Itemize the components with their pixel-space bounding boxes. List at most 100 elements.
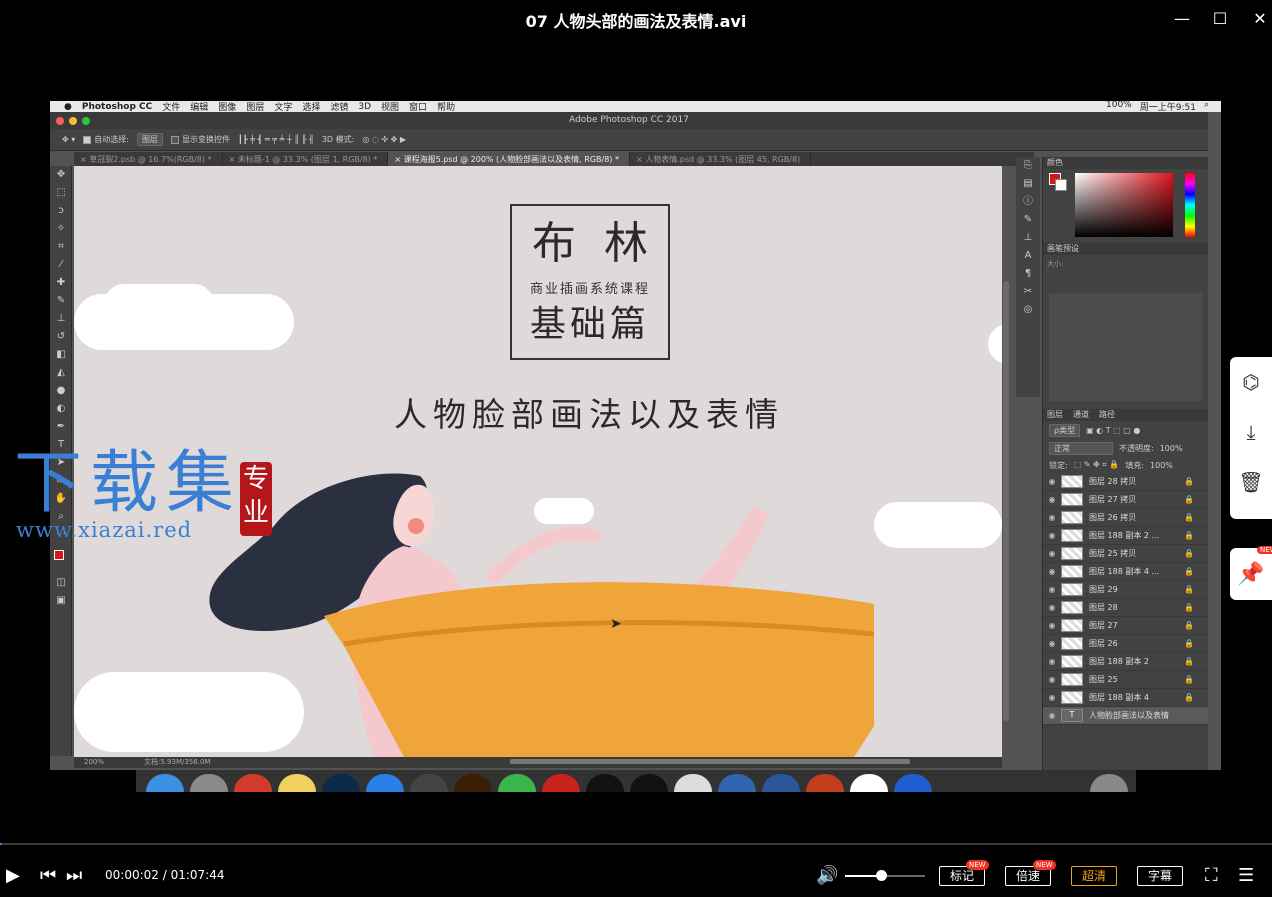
lock-row: 锁定: ⬚ ✎ ✥ ⌗ 🔒 填充: 100% [1043,457,1208,473]
progress-bar[interactable] [0,843,1272,845]
watermark-url: www.xiazai.red [16,518,193,542]
visibility-eye-icon[interactable]: ◉ [1043,657,1061,666]
lock-icon: 🔒 [1184,693,1194,702]
layer-row[interactable]: ◉ 图层 29 🔒 [1043,581,1208,599]
pin-icon[interactable]: 📌 [1230,548,1272,600]
layer-name: 图层 26 [1089,639,1118,648]
opacity-value: 100% [1159,443,1183,453]
watermark-brand: 下载集 [14,444,243,523]
poster-subtitle: 商业插画系统课程 [529,282,650,297]
layer-row[interactable]: ◉ 图层 26 🔒 [1043,635,1208,653]
volume-icon[interactable]: 🔊 [816,862,838,890]
layer-name: 图层 25 拷贝 [1089,549,1137,558]
layer-row[interactable]: ◉ 图层 188 副本 2 🔒 [1043,653,1208,671]
paragraph-icon: ¶ [1024,268,1032,279]
layer-name: 图层 188 副本 4 ... [1089,567,1160,576]
layer-row[interactable]: ◉ T 人物脸部画法以及表情 [1043,707,1208,725]
layer-filter-dropdown: ρ类型 [1049,423,1081,437]
download-icon[interactable]: ⤓ [1230,407,1272,457]
move-cursor-icon: ➤ [610,616,622,632]
chrome-icon [234,774,272,792]
previous-button[interactable]: ⏮ [40,862,56,890]
brush-presets-tab: 画笔预设 [1043,243,1208,255]
minimize-icon[interactable]: — [1170,8,1194,30]
visibility-eye-icon[interactable]: ◉ [1043,693,1061,702]
layer-row[interactable]: ◉ 图层 188 副本 4 ... 🔒 [1043,563,1208,581]
visibility-eye-icon[interactable]: ◉ [1043,531,1061,540]
photoshop-window-title: Adobe Photoshop CC 2017 [569,115,689,125]
layer-row[interactable]: ◉ 图层 27 🔒 [1043,617,1208,635]
layer-row[interactable]: ◉ 图层 25 拷贝 🔒 [1043,545,1208,563]
visibility-eye-icon[interactable]: ◉ [1043,621,1061,630]
side-action-panel: ⌬ ⤓ 🗑 [1230,357,1272,519]
visibility-eye-icon[interactable]: ◉ [1043,549,1061,558]
volume-knob[interactable] [876,870,887,881]
cloud-right-edge [988,324,1002,364]
visibility-eye-icon[interactable]: ◉ [1043,711,1061,720]
layer-name: 图层 188 副本 2 ... [1089,531,1160,540]
actions-icon: ▤ [1023,178,1033,189]
visibility-eye-icon[interactable]: ◉ [1043,675,1061,684]
quality-button[interactable]: 超清 [1071,866,1117,886]
color-panel-tab: 颜色 [1043,157,1208,169]
horizontal-scrollbar [510,759,910,764]
layer-row[interactable]: ◉ 图层 26 拷贝 🔒 [1043,509,1208,527]
layer-row[interactable]: ◉ 图层 188 副本 2 ... 🔒 [1043,527,1208,545]
auto-select-dropdown: 图层 [136,133,163,146]
zoom-readout: 200% [84,758,105,766]
layer-name: 图层 27 [1089,621,1118,630]
layer-row[interactable]: ◉ 图层 28 拷贝 🔒 [1043,473,1208,491]
layer-name: 图层 188 副本 4 [1089,693,1149,702]
visibility-eye-icon[interactable]: ◉ [1043,603,1061,612]
brush-size-row: 大小: [1047,260,1064,268]
playlist-icon[interactable]: ☰ [1238,862,1254,890]
system-prefs-icon [410,774,448,792]
fullscreen-icon[interactable]: ⛶ [1205,862,1218,890]
visibility-eye-icon[interactable]: ◉ [1043,639,1061,648]
lock-icon: 🔒 [1184,585,1194,594]
share-icon[interactable]: ⌬ [1230,357,1272,407]
visibility-eye-icon[interactable]: ◉ [1043,495,1061,504]
marquee-icon: ⬚ [56,187,66,198]
layer-row[interactable]: ◉ 图层 188 副本 4 🔒 [1043,689,1208,707]
qq-2-icon [630,774,668,792]
tool-presets-icon: ✂ [1023,286,1033,297]
lock-icon: 🔒 [1184,567,1194,576]
next-button[interactable]: ⏭ [66,862,82,890]
layer-row[interactable]: ◉ 图层 27 拷贝 🔒 [1043,491,1208,509]
powerpoint-icon [806,774,844,792]
visibility-eye-icon[interactable]: ◉ [1043,585,1061,594]
eraser-icon: ◧ [56,349,66,360]
subtitle-button[interactable]: 字幕 [1137,866,1183,886]
lock-icon: 🔒 [1184,603,1194,612]
layer-row[interactable]: ◉ 图层 28 🔒 [1043,599,1208,617]
clone-source-icon: ⊥ [1023,232,1033,243]
visibility-eye-icon[interactable]: ◉ [1043,477,1061,486]
auto-select-checkbox: 自动选择: [83,134,129,145]
illustrator-dock-icon [454,774,492,792]
app-blue-icon [894,774,932,792]
lock-label: 锁定: [1049,460,1068,470]
video-frame[interactable]: ● Photoshop CC 文件 编辑 图像 图层 文字 选择 滤镜 3D 视… [50,101,1221,770]
visibility-eye-icon[interactable]: ◉ [1043,567,1061,576]
baidu-icon [850,774,888,792]
bucket-icon: ◭ [57,367,65,378]
show-transform-checkbox: 显示变换控件 [170,134,230,145]
arm-shape [487,526,601,583]
layer-row[interactable]: ◉ 图层 25 🔒 [1043,671,1208,689]
lock-icon: 🔒 [1184,549,1194,558]
background-swatch [1055,179,1067,191]
info-icon: ⓘ [1023,196,1033,207]
lock-icons: ⬚ ✎ ✥ ⌗ 🔒 [1073,460,1120,469]
layer-thumbnail [1061,655,1083,668]
visibility-eye-icon[interactable]: ◉ [1043,513,1061,522]
healing-icon: ✚ [56,277,66,288]
play-button[interactable]: ▶ [6,862,20,890]
delete-icon[interactable]: 🗑 [1230,457,1272,507]
close-icon[interactable]: ✕ [1248,8,1272,30]
brush-icon: ✎ [56,295,66,306]
lock-icon: 🔒 [1184,639,1194,648]
maximize-icon[interactable]: ☐ [1208,8,1232,30]
screen-mode-icon: ▣ [56,595,66,606]
layer-filter-icons: ▣ ◐ T ⬚ ▢ ● [1086,425,1141,435]
